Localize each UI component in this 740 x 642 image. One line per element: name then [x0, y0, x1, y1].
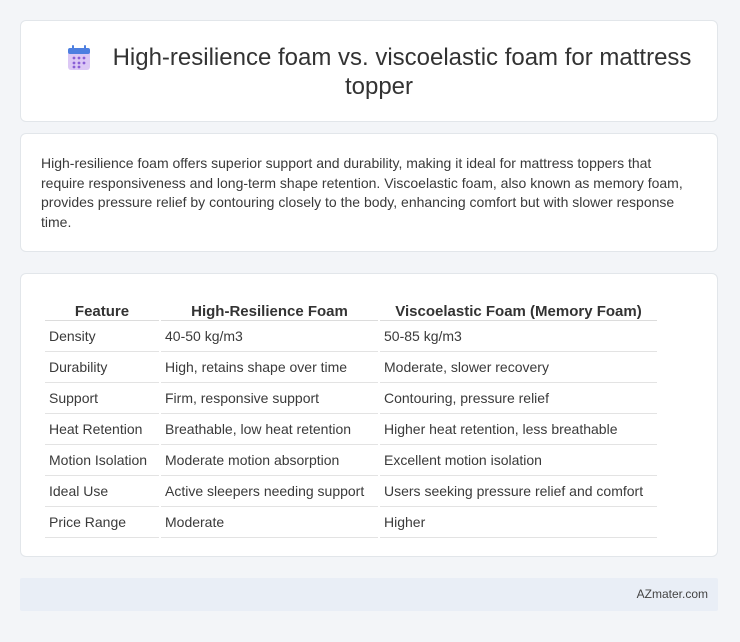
header-viscoelastic: Viscoelastic Foam (Memory Foam)	[380, 294, 657, 321]
row-high-resilience: Moderate motion absorption	[161, 445, 378, 476]
table-row: Density 40-50 kg/m3 50-85 kg/m3	[45, 321, 657, 352]
row-feature: Heat Retention	[45, 414, 159, 445]
intro-card: High-resilience foam offers superior sup…	[20, 133, 718, 252]
row-feature: Motion Isolation	[45, 445, 159, 476]
table-row: Heat Retention Breathable, low heat rete…	[45, 414, 657, 445]
row-viscoelastic: 50-85 kg/m3	[380, 321, 657, 352]
row-viscoelastic: Contouring, pressure relief	[380, 383, 657, 414]
intro-paragraph: High-resilience foam offers superior sup…	[41, 155, 683, 230]
row-feature: Price Range	[45, 507, 159, 538]
header-feature: Feature	[45, 294, 159, 321]
row-high-resilience: 40-50 kg/m3	[161, 321, 378, 352]
row-high-resilience: Active sleepers needing support	[161, 476, 378, 507]
table-row: Ideal Use Active sleepers needing suppor…	[45, 476, 657, 507]
row-high-resilience: Breathable, low heat retention	[161, 414, 378, 445]
calendar-icon	[67, 45, 91, 71]
row-high-resilience: High, retains shape over time	[161, 352, 378, 383]
page-title: High-resilience foam vs. viscoelastic fo…	[112, 44, 692, 100]
row-viscoelastic: Excellent motion isolation	[380, 445, 657, 476]
table-row: Support Firm, responsive support Contour…	[45, 383, 657, 414]
row-high-resilience: Firm, responsive support	[161, 383, 378, 414]
row-viscoelastic: Users seeking pressure relief and comfor…	[380, 476, 657, 507]
table-row: Motion Isolation Moderate motion absorpt…	[45, 445, 657, 476]
table-header-row: Feature High-Resilience Foam Viscoelasti…	[45, 294, 657, 321]
row-viscoelastic: Higher heat retention, less breathable	[380, 414, 657, 445]
row-feature: Durability	[45, 352, 159, 383]
row-high-resilience: Moderate	[161, 507, 378, 538]
row-feature: Support	[45, 383, 159, 414]
row-feature: Density	[45, 321, 159, 352]
header-high-resilience: High-Resilience Foam	[161, 294, 378, 321]
row-viscoelastic: Higher	[380, 507, 657, 538]
table-row: Durability High, retains shape over time…	[45, 352, 657, 383]
comparison-card: Feature High-Resilience Foam Viscoelasti…	[20, 273, 718, 557]
table-row: Price Range Moderate Higher	[45, 507, 657, 538]
comparison-table: Feature High-Resilience Foam Viscoelasti…	[43, 294, 659, 538]
row-feature: Ideal Use	[45, 476, 159, 507]
row-viscoelastic: Moderate, slower recovery	[380, 352, 657, 383]
footer-bar: AZmater.com	[20, 578, 718, 611]
page-title-wrap: High-resilience foam vs. viscoelastic fo…	[61, 43, 697, 101]
footer-site-link[interactable]: AZmater.com	[637, 587, 708, 601]
title-card: High-resilience foam vs. viscoelastic fo…	[20, 20, 718, 122]
